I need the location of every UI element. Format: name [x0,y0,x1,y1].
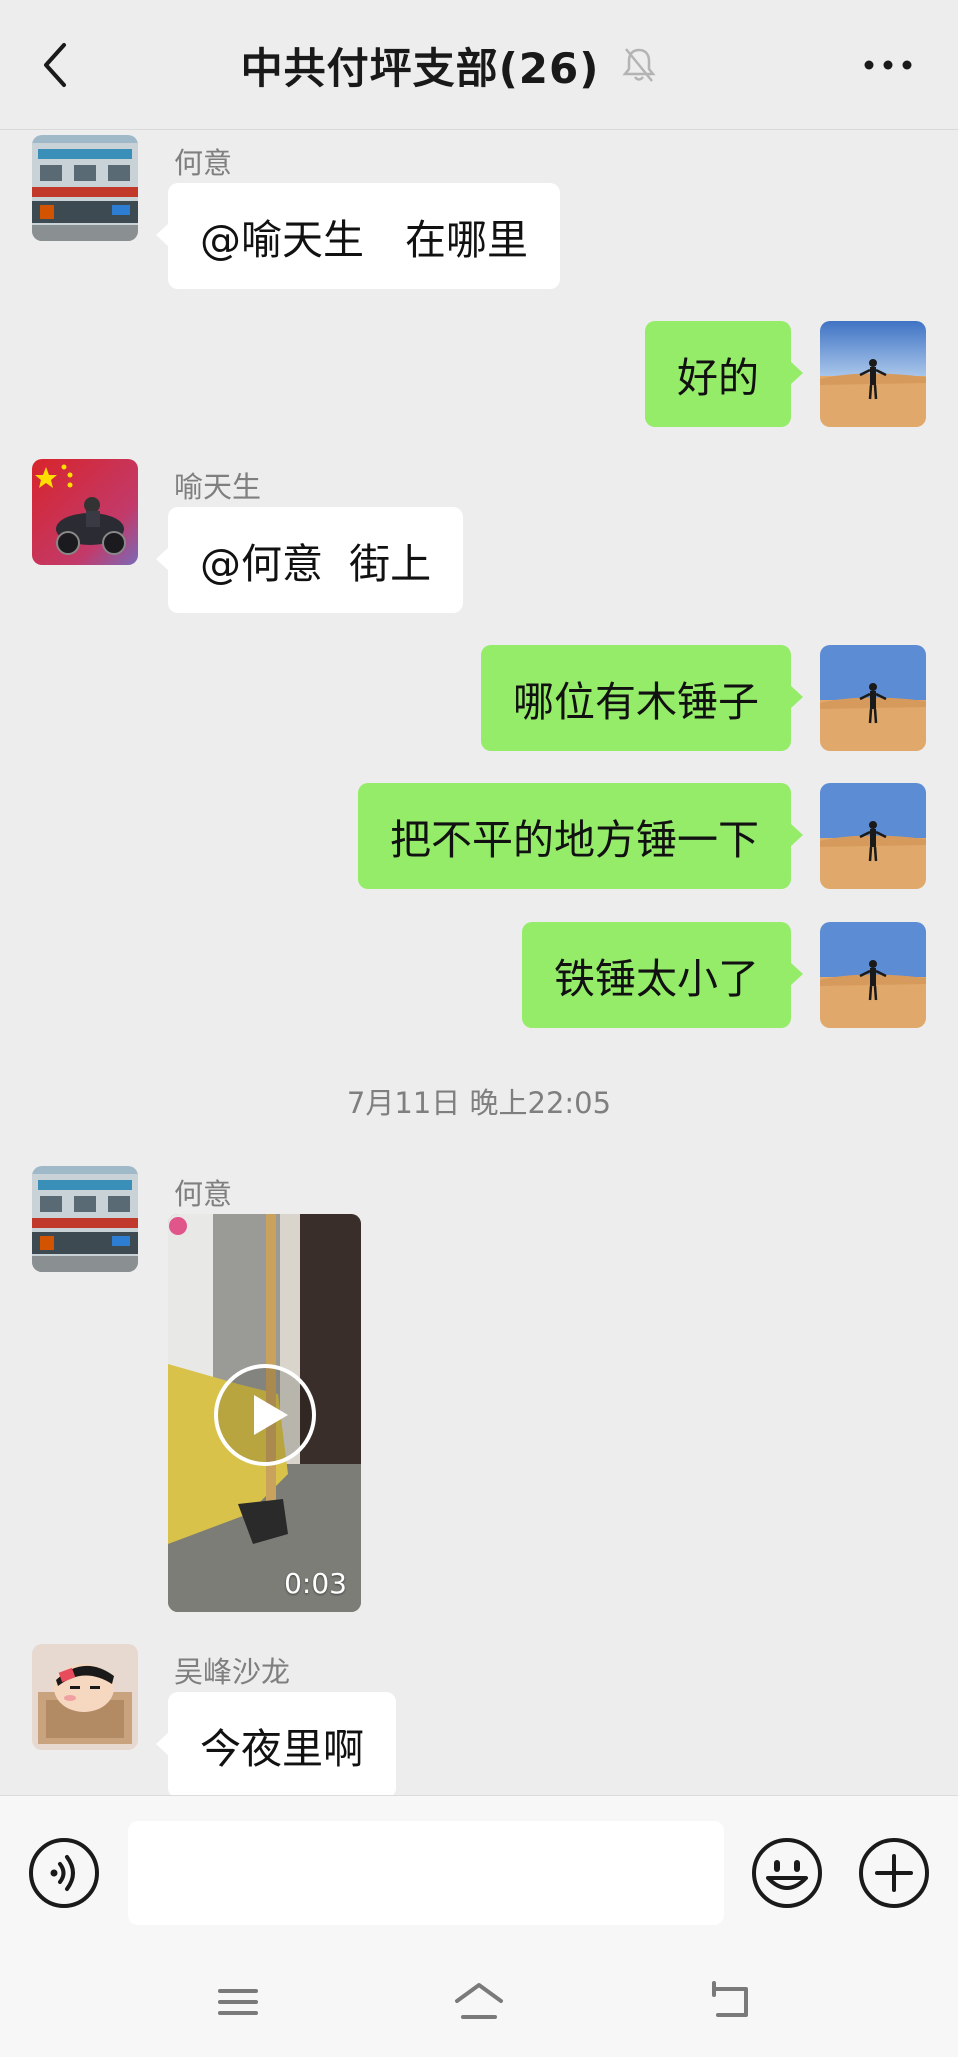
message-bubble[interactable]: 哪位有木锤子 [481,645,803,751]
avatar[interactable] [820,922,926,1028]
avatar[interactable] [32,1166,138,1272]
plus-circle-icon[interactable] [857,1836,931,1910]
sender-name: 吴峰沙龙 [174,1655,291,1689]
message-input[interactable] [128,1821,724,1925]
building-storefront-avatar-icon [32,135,138,241]
smiley-icon[interactable] [750,1836,824,1910]
message-list[interactable]: 何意 @喻天生 在哪里 好的 喻天生 @何意 街上 哪位有木锤子 把不平的地方锤… [0,130,958,1795]
voice-icon[interactable] [27,1836,101,1910]
back-icon[interactable] [700,1977,760,2027]
sender-name: 何意 [174,146,233,180]
message-bubble[interactable]: @何意 街上 [155,507,464,613]
message-bubble[interactable]: 今夜里啊 [156,1692,396,1795]
play-icon[interactable] [212,1362,318,1468]
title-wrap: 中共付坪支部(26) [0,30,958,100]
video-message[interactable]: 0:03 [168,1214,361,1612]
flag-motorcycle-avatar-icon [32,459,138,565]
ellipsis-icon [864,60,912,70]
home-icon[interactable] [449,1977,509,2027]
input-bar [0,1795,958,1947]
desert-person-avatar-icon [820,922,926,1028]
chat-title: 中共付坪支部(26) [240,43,600,93]
avatar[interactable] [820,783,926,889]
avatar[interactable] [820,321,926,427]
building-storefront-avatar-icon [32,1166,138,1272]
desert-person-avatar-icon [820,321,926,427]
chat-header: 中共付坪支部(26) [0,0,958,130]
sender-name: 何意 [174,1177,233,1211]
message-bubble[interactable]: 铁锤太小了 [522,922,803,1028]
more-options-button[interactable] [858,40,918,90]
avatar[interactable] [32,1644,138,1750]
avatar[interactable] [32,459,138,565]
video-duration: 0:03 [284,1567,347,1600]
system-navigation-bar [0,1947,958,2057]
message-bubble[interactable]: 好的 [645,321,803,427]
menu-icon[interactable] [208,1977,268,2027]
desert-person-avatar-icon [820,783,926,889]
cartoon-kid-avatar-icon [32,1644,138,1750]
avatar[interactable] [32,135,138,241]
sender-name: 喻天生 [174,470,262,504]
message-bubble[interactable]: @喻天生 在哪里 [156,183,560,289]
avatar[interactable] [820,645,926,751]
timestamp: 7月11日 晚上22:05 [346,1086,612,1120]
desert-person-avatar-icon [820,645,926,751]
message-bubble[interactable]: 把不平的地方锤一下 [358,783,803,889]
bell-muted-icon [622,48,657,82]
